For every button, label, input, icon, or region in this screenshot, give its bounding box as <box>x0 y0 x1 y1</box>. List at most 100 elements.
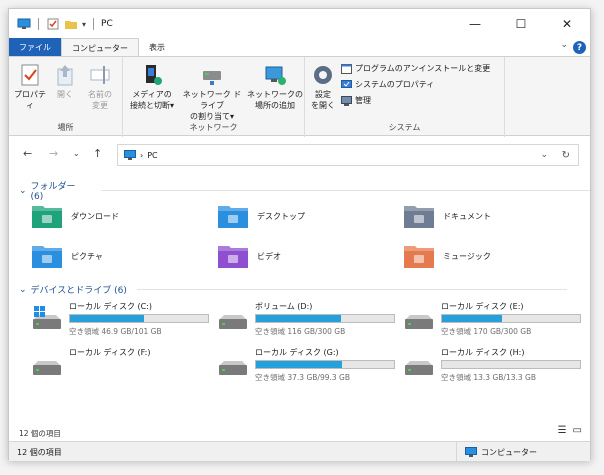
folder-item[interactable]: ピクチャ <box>31 243 103 269</box>
drive-icon <box>219 315 247 329</box>
computer-icon[interactable] <box>17 18 31 30</box>
settings-label-line1: 設定 <box>315 90 331 99</box>
drive-item[interactable]: ローカル ディスク (F:) <box>31 347 211 383</box>
quick-access-toolbar: ▾ <box>17 18 97 30</box>
refresh-icon[interactable]: ↻ <box>562 150 570 161</box>
folders-section-header[interactable]: ⌄ フォルダー (6) <box>19 179 590 202</box>
large-icons-view-icon[interactable]: ▭ <box>573 425 582 436</box>
tab-file[interactable]: ファイル <box>9 38 61 57</box>
network-location-icon <box>265 66 286 85</box>
drive-item[interactable]: ローカル ディスク (E:) 空き領域 170 GB/300 GB <box>403 301 583 337</box>
folder-item[interactable]: デスクトップ <box>217 203 305 229</box>
ribbon-group-system: 設定 を開く プログラムのアンインストールと変更 システムのプロパティ 管理 シ… <box>305 57 505 137</box>
drive-free-space: 空き領域 37.3 GB/99.3 GB <box>255 373 350 382</box>
folder-label: ビデオ <box>257 251 281 261</box>
media-label-line2: 接続と切断 <box>129 101 170 110</box>
up-arrow-icon[interactable]: ↑ <box>93 147 102 160</box>
folders-header-label: フォルダー (6) <box>30 182 76 202</box>
map-network-drive-button[interactable]: ネットワーク ドライブ の割り当て▾ <box>181 63 243 122</box>
uninstall-programs-button[interactable]: プログラムのアンインストールと変更 <box>341 63 490 74</box>
pictures-folder-icon <box>32 246 62 268</box>
map-dropdown-icon: ▾ <box>229 112 234 121</box>
rename-button[interactable]: 名前の 変更 <box>83 63 117 111</box>
drive-name: ローカル ディスク (G:) <box>255 348 339 357</box>
address-bar[interactable]: › PC ⌄ ↻ <box>117 144 579 166</box>
tab-view[interactable]: 表示 <box>139 38 175 57</box>
add-network-location-button[interactable]: ネットワークの 場所の追加 <box>247 63 303 111</box>
tab-computer[interactable]: コンピューター <box>61 38 139 57</box>
videos-folder-icon <box>218 246 248 268</box>
drive-usage-bar <box>255 360 395 369</box>
manage-label: 管理 <box>355 96 371 105</box>
view-toggle: ☰ ▭ <box>558 425 582 436</box>
system-drive-icon <box>33 306 61 329</box>
drive-item[interactable]: ローカル ディスク (G:) 空き領域 37.3 GB/99.3 GB <box>217 347 397 383</box>
drive-item[interactable]: ボリューム (D:) 空き領域 116 GB/300 GB <box>217 301 397 337</box>
address-dropdown-icon[interactable]: ⌄ <box>540 150 548 160</box>
drive-name: ローカル ディスク (C:) <box>69 302 153 311</box>
add-location-label-line2: 場所の追加 <box>255 101 295 110</box>
media-device-icon <box>146 65 162 85</box>
music-folder-icon <box>404 246 434 268</box>
ribbon-tabs: ファイル コンピューター 表示 ⌄ ? <box>9 38 590 57</box>
drive-icon <box>405 315 433 329</box>
details-view-icon[interactable]: ☰ <box>558 425 567 436</box>
help-icon[interactable]: ? <box>573 41 586 54</box>
manage-icon <box>341 95 352 106</box>
folder-item[interactable]: ダウンロード <box>31 203 119 229</box>
drive-icon <box>405 361 433 375</box>
folder-item[interactable]: ドキュメント <box>403 203 491 229</box>
properties-check-icon[interactable] <box>46 18 60 30</box>
rename-label-line1: 名前の <box>88 90 112 99</box>
drive-usage-bar <box>255 314 395 323</box>
drive-name: ローカル ディスク (H:) <box>441 348 525 357</box>
map-label-line1: ネットワーク ドライブ <box>182 90 242 110</box>
drives-section-header[interactable]: ⌄ デバイスとドライブ (6) <box>19 283 567 296</box>
close-button[interactable]: ✕ <box>544 9 590 39</box>
drive-name: ボリューム (D:) <box>255 302 313 311</box>
folder-item[interactable]: ミュージック <box>403 243 491 269</box>
drive-usage-fill <box>442 315 502 322</box>
open-settings-button[interactable]: 設定 を開く <box>309 63 337 111</box>
settings-label-line2: を開く <box>311 101 335 110</box>
customize-toolbar-icon[interactable]: ▾ <box>82 20 86 29</box>
media-connect-button[interactable]: メディアの 接続と切断▾ <box>127 63 177 111</box>
recent-locations-icon[interactable]: ⌄ <box>73 149 80 158</box>
breadcrumb-pc[interactable]: PC <box>147 151 157 160</box>
properties-icon <box>21 64 39 86</box>
add-location-label-line1: ネットワークの <box>247 90 303 99</box>
map-label-line2: の割り当て <box>189 112 230 121</box>
open-button[interactable]: 開く <box>53 63 77 100</box>
content-area: ⌄ フォルダー (6) ダウンロード デスクトップ ドキュメントピクチャ ビデオ ミュー… <box>9 173 590 425</box>
folder-label: ドキュメント <box>443 211 491 221</box>
drive-icon <box>219 361 247 375</box>
folder-item[interactable]: ビデオ <box>217 243 281 269</box>
ribbon-collapse-icon[interactable]: ⌄ <box>560 40 568 50</box>
group-label-network: ネットワーク <box>189 123 238 132</box>
drive-usage-bar <box>69 314 209 323</box>
drive-name: ローカル ディスク (E:) <box>441 302 524 311</box>
open-icon <box>57 65 73 86</box>
new-folder-icon[interactable] <box>64 18 78 30</box>
drives-header-label: デバイスとドライブ (6) <box>30 286 127 296</box>
programs-icon <box>341 63 352 74</box>
chevron-down-icon: ⌄ <box>19 185 27 196</box>
drive-item[interactable]: ローカル ディスク (H:) 空き領域 13.3 GB/13.3 GB <box>403 347 583 383</box>
drive-free-space: 空き領域 116 GB/300 GB <box>255 327 346 336</box>
system-properties-button[interactable]: システムのプロパティ <box>341 79 434 90</box>
manage-button[interactable]: 管理 <box>341 95 371 106</box>
breadcrumb-chevron-icon: › <box>140 150 144 160</box>
forward-arrow-icon[interactable]: → <box>49 147 58 160</box>
drive-usage-fill <box>70 315 144 322</box>
back-arrow-icon[interactable]: ← <box>23 147 32 160</box>
folder-label: ミュージック <box>443 251 491 261</box>
drive-icon <box>33 361 61 375</box>
status-item-count: 12 個の項目 <box>17 448 62 457</box>
documents-folder-icon <box>404 206 434 228</box>
minimize-button[interactable]: — <box>452 9 498 39</box>
drive-item[interactable]: ローカル ディスク (C:) 空き領域 46.9 GB/101 GB <box>31 301 211 337</box>
properties-button[interactable]: プロパティ <box>13 63 47 111</box>
folder-label: ダウンロード <box>71 211 119 221</box>
maximize-button[interactable]: ☐ <box>498 9 544 39</box>
uninstall-label: プログラムのアンインストールと変更 <box>355 64 491 73</box>
